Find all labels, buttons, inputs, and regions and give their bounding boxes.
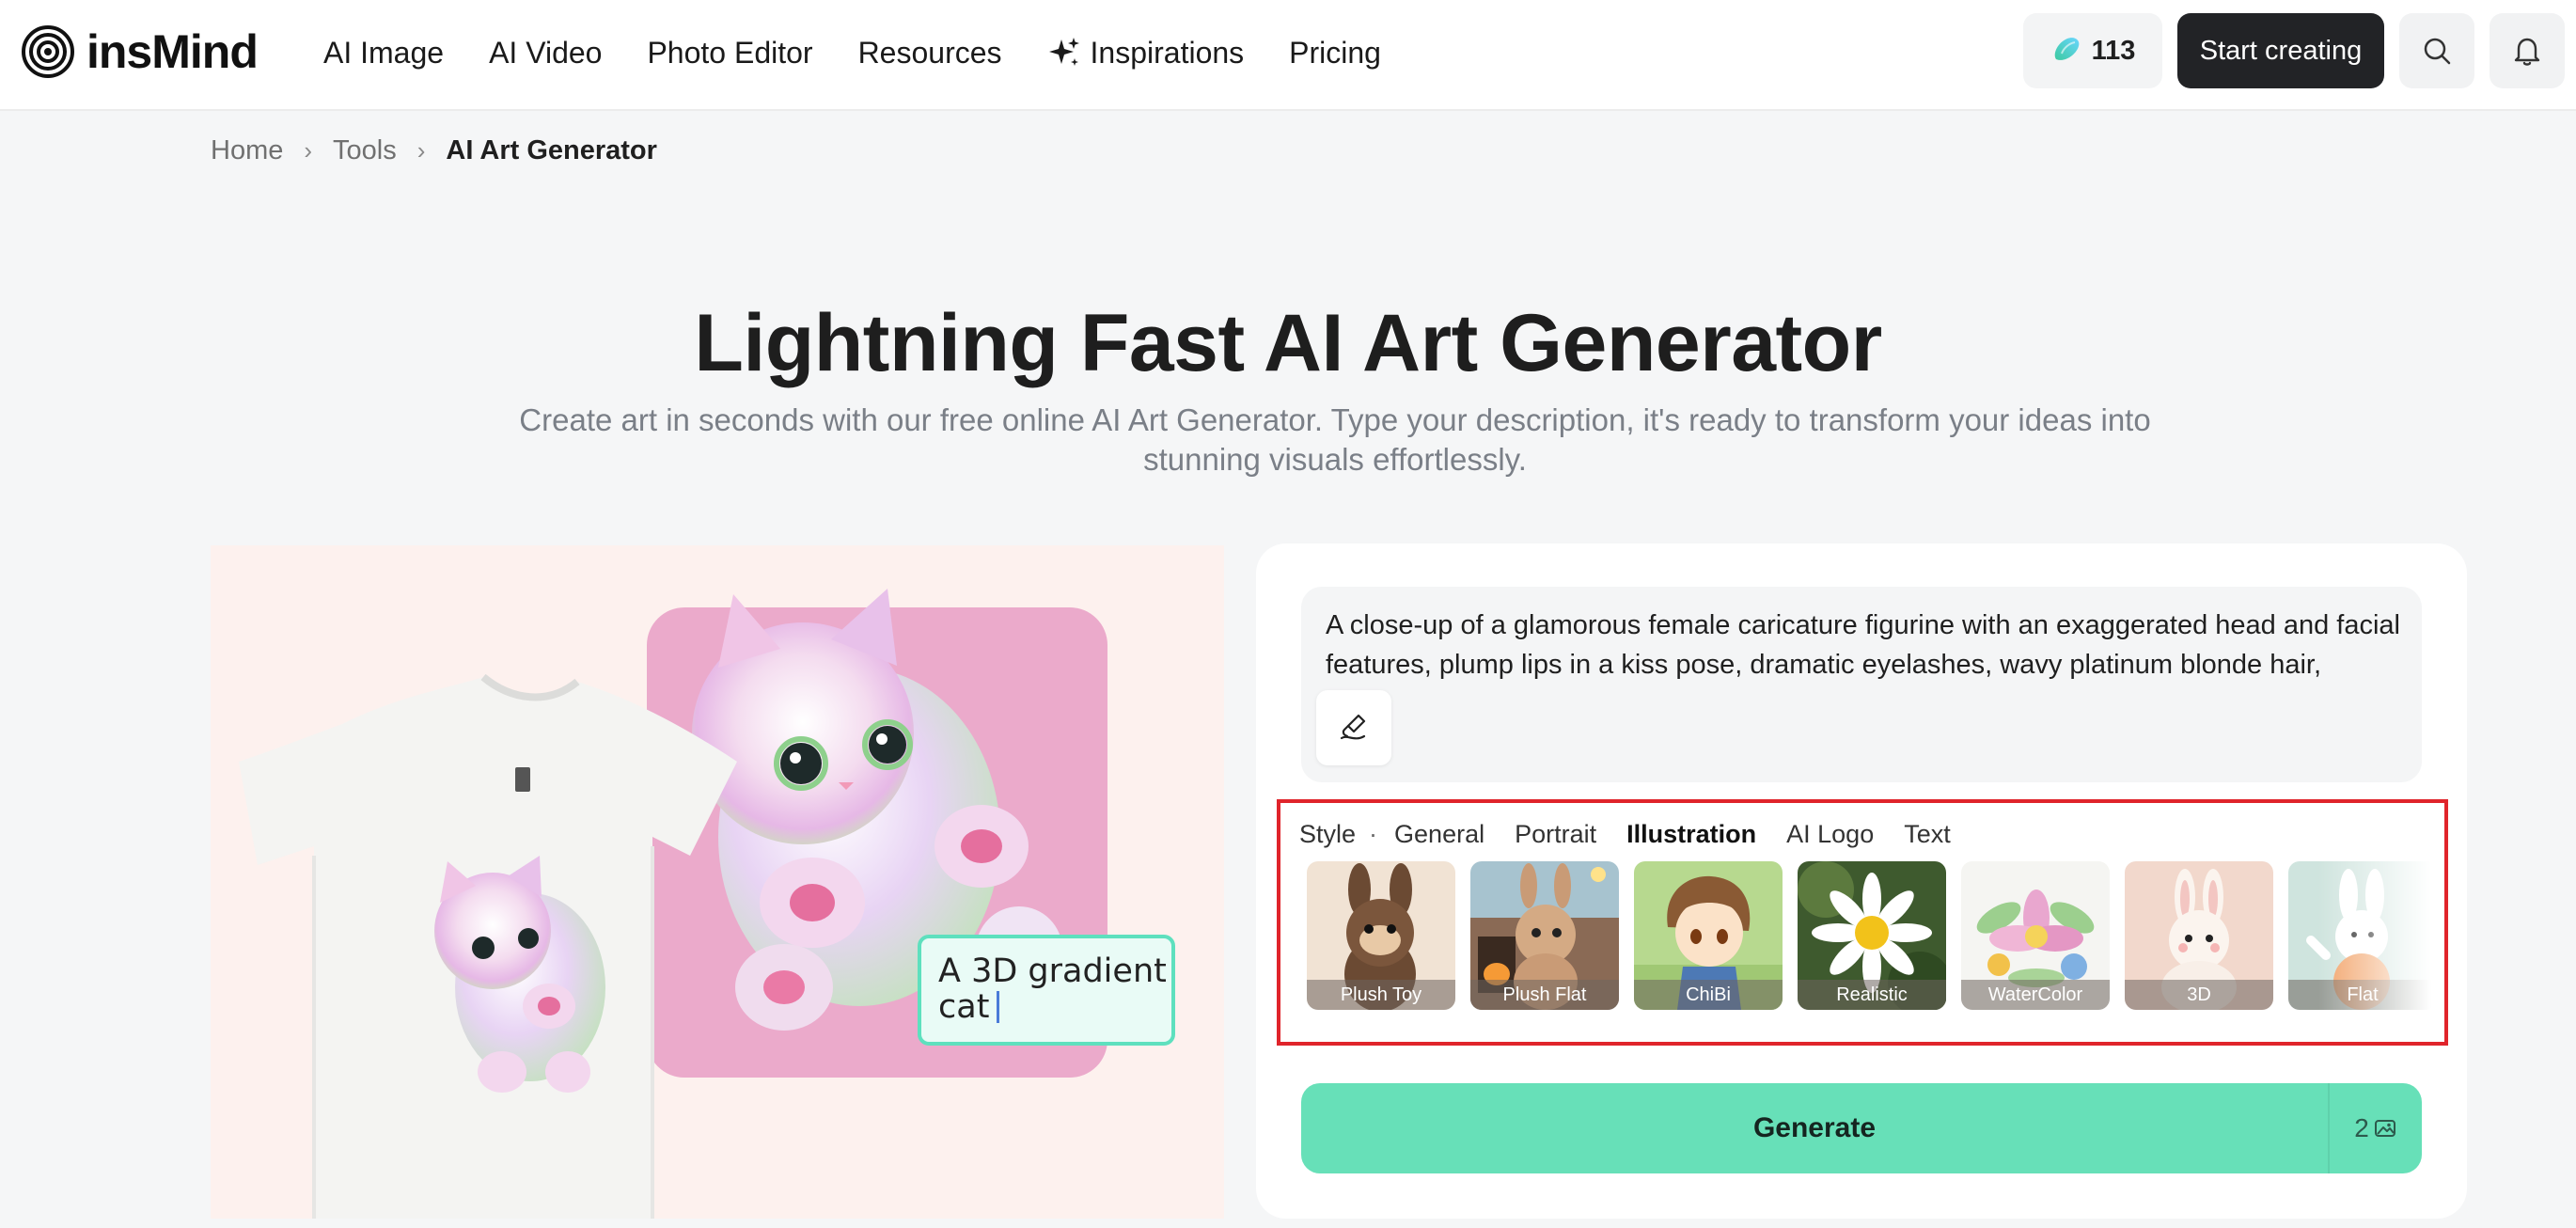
style-tabs: Style · General Portrait Illustration AI… [1299,812,1981,856]
demo-caption-line-1: A 3D gradient [938,952,1167,990]
nav-item-ai-video[interactable]: AI Video [489,36,602,71]
breadcrumb-current: AI Art Generator [446,134,657,165]
image-count-value: 2 [2354,1113,2369,1142]
thumb-label: WaterColor [1961,980,2110,1010]
demo-image: A 3D gradient cat [211,545,1224,1219]
generator-panel: A close-up of a glamorous female caricat… [1256,543,2467,1219]
thumb-label: Flat [2288,980,2431,1010]
style-option-plush-flat[interactable]: Plush Flat [1470,861,1619,1010]
generate-label: Generate [1752,1112,1877,1143]
bell-icon [2514,38,2540,66]
brush-hand-icon [1340,714,1366,740]
nav-item-inspirations-label: Inspirations [1090,35,1245,70]
style-tab-portrait[interactable]: Portrait [1515,820,1596,849]
prompt-input-box[interactable]: A close-up of a glamorous female caricat… [1301,587,2422,782]
text-cursor [997,991,999,1023]
chevron-right-icon: › [304,135,313,165]
prompt-textarea[interactable]: A close-up of a glamorous female caricat… [1326,606,2407,688]
search-button[interactable] [2399,13,2474,88]
style-selector: Style · General Portrait Illustration AI… [1277,799,2448,1046]
style-tab-illustration[interactable]: Illustration [1626,820,1756,849]
credits-count: 113 [2091,35,2136,66]
prompt-assist-button[interactable] [1316,690,1391,765]
style-option-3d[interactable]: 3D [2125,861,2273,1010]
gem-icon [2054,38,2079,60]
style-option-realistic[interactable]: Realistic [1798,861,1946,1010]
thumb-label: 3D [2125,980,2273,1010]
nav-item-inspirations[interactable]: Inspirations [1047,35,1245,71]
brand-name: insMind [86,25,259,78]
style-option-plush-toy[interactable]: Plush Toy [1307,861,1455,1010]
tshirt-cat-illustration: A 3D gradient cat [239,589,1175,1219]
notifications-button[interactable] [2490,13,2565,88]
sparkle-icon [1048,38,1079,66]
breadcrumb-home[interactable]: Home [211,135,283,166]
style-label: Style [1299,819,1357,848]
thumb-label: Plush Toy [1307,980,1455,1010]
style-option-flat[interactable]: Flat [2288,861,2431,1010]
main-nav: AI Image AI Video Photo Editor Resources… [323,26,1426,79]
nav-item-pricing[interactable]: Pricing [1289,36,1381,71]
thumb-label: Realistic [1798,980,1946,1010]
credits-badge[interactable]: 113 [2023,13,2162,88]
style-option-chibi[interactable]: ChiBi [1634,861,1783,1010]
demo-caption-line-2: cat [938,988,989,1026]
nav-item-photo-editor[interactable]: Photo Editor [647,36,812,71]
chevron-right-icon: › [416,135,426,165]
thumb-label: ChiBi [1634,980,1783,1010]
nav-item-resources[interactable]: Resources [858,36,1002,71]
start-creating-button[interactable]: Start creating [2177,13,2384,88]
nav-item-ai-image[interactable]: AI Image [323,36,444,71]
page-title: Lightning Fast AI Art Generator [694,298,1882,388]
top-navigation-bar: insMind AI Image AI Video Photo Editor R… [0,0,2576,111]
search-icon [2424,38,2451,65]
image-count-selector[interactable]: 2 [2330,1083,2422,1173]
style-tab-text[interactable]: Text [1904,820,1951,849]
brand-logo[interactable]: insMind [21,23,259,81]
style-thumbnails: Plush Toy Plush Flat ChiBi Realistic Wat… [1307,861,2431,1012]
thumb-label: Plush Flat [1470,980,1619,1010]
style-tab-general[interactable]: General [1394,820,1484,849]
style-option-watercolor[interactable]: WaterColor [1961,861,2110,1010]
image-icon [2374,1120,2395,1137]
page-subtitle: Create art in seconds with our free onli… [519,402,2151,477]
breadcrumb: Home › Tools › AI Art Generator [211,132,657,169]
breadcrumb-tools[interactable]: Tools [333,135,397,166]
style-tab-ai-logo[interactable]: AI Logo [1786,820,1874,849]
concentric-circles-icon [22,25,74,78]
style-separator: · [1369,819,1378,848]
generate-button[interactable]: Generate 2 [1301,1083,2422,1173]
